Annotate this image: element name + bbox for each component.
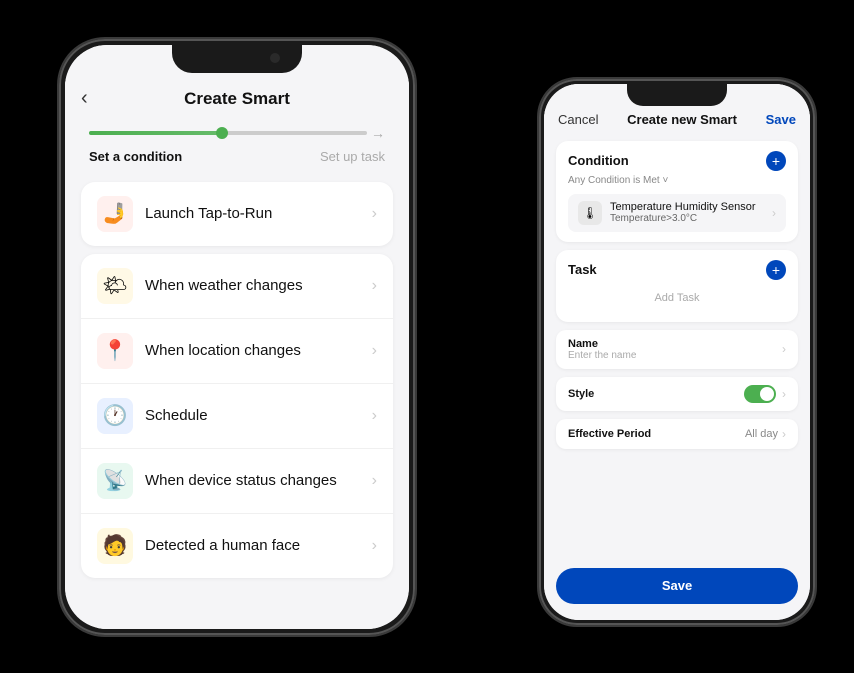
- task-title: Task: [568, 262, 597, 277]
- style-field-label: Style: [568, 388, 594, 400]
- progress-filled: [89, 131, 222, 135]
- location-row[interactable]: 📍 When location changes ›: [81, 319, 393, 384]
- human-face-chevron-icon: ›: [372, 537, 377, 555]
- human-face-label: Detected a human face: [145, 537, 372, 554]
- back-button[interactable]: ‹: [81, 87, 88, 110]
- location-icon: 📍: [97, 333, 133, 369]
- condition-subtitle: Any Condition is Met ˅: [568, 175, 786, 186]
- progress-dot: [216, 127, 228, 139]
- phone1-side-btn3: [415, 159, 417, 219]
- weather-chevron-icon: ›: [372, 277, 377, 295]
- weather-label: When weather changes: [145, 277, 372, 294]
- device-status-chevron-icon: ›: [372, 472, 377, 490]
- location-label: When location changes: [145, 342, 372, 359]
- style-field-chevron-icon: ›: [782, 387, 786, 401]
- add-task-label[interactable]: Add Task: [568, 284, 786, 312]
- step1-label: Set a condition: [89, 149, 182, 164]
- schedule-chevron-icon: ›: [372, 407, 377, 425]
- schedule-label: Schedule: [145, 407, 372, 424]
- tap-to-run-row[interactable]: 🤳 Launch Tap-to-Run ›: [81, 182, 393, 246]
- condition-title: Condition: [568, 153, 629, 168]
- name-field-placeholder: Enter the name: [568, 350, 636, 361]
- weather-icon: 🌤: [97, 268, 133, 304]
- triggers-section: 🌤 When weather changes › 📍 When location…: [81, 254, 393, 578]
- effective-period-label: Effective Period: [568, 428, 651, 440]
- progress-bar: →: [65, 113, 409, 145]
- phone1-camera: [270, 53, 280, 63]
- effective-period-chevron-icon: ›: [782, 427, 786, 441]
- tap-to-run-icon: 🤳: [97, 196, 133, 232]
- human-face-icon: 🧑: [97, 528, 133, 564]
- condition-item-name: Temperature Humidity Sensor: [610, 201, 772, 213]
- phone2-device: Cancel Create new Smart Save Condition +…: [537, 77, 817, 627]
- condition-card: Condition + Any Condition is Met ˅ 🌡 Tem…: [556, 141, 798, 242]
- phone1-header: ‹ Create Smart: [65, 81, 409, 113]
- phone1-side-btn2: [57, 184, 59, 234]
- progress-arrow-icon: →: [371, 125, 385, 141]
- device-status-label: When device status changes: [145, 472, 372, 489]
- cancel-button[interactable]: Cancel: [558, 112, 598, 127]
- effective-period-field[interactable]: Effective Period All day ›: [556, 419, 798, 449]
- phone2-page-title: Create new Smart: [627, 112, 737, 127]
- task-add-button[interactable]: +: [766, 260, 786, 280]
- style-toggle-knob: [760, 387, 774, 401]
- schedule-icon: 🕐: [97, 398, 133, 434]
- phone1-device: ‹ Create Smart → Set a condition Set up …: [57, 37, 417, 637]
- weather-row[interactable]: 🌤 When weather changes ›: [81, 254, 393, 319]
- condition-item-chevron-icon: ›: [772, 206, 776, 220]
- step-labels: Set a condition Set up task: [65, 145, 409, 176]
- bottom-save-button[interactable]: Save: [556, 568, 798, 604]
- tap-to-run-label: Launch Tap-to-Run: [145, 205, 372, 222]
- phone2-notch: [627, 84, 727, 106]
- phone2-bottom: Save: [556, 568, 798, 604]
- name-field[interactable]: Name Enter the name ›: [556, 330, 798, 369]
- phone1-notch: [172, 45, 302, 73]
- step2-label: Set up task: [320, 149, 385, 164]
- device-status-row[interactable]: 📡 When device status changes ›: [81, 449, 393, 514]
- progress-empty: [222, 131, 367, 135]
- condition-item-text: Temperature Humidity Sensor Temperature>…: [610, 201, 772, 224]
- condition-item-icon: 🌡: [578, 201, 602, 225]
- tap-to-run-chevron-icon: ›: [372, 205, 377, 223]
- condition-item-row[interactable]: 🌡 Temperature Humidity Sensor Temperatur…: [568, 194, 786, 232]
- location-chevron-icon: ›: [372, 342, 377, 360]
- style-field[interactable]: Style ›: [556, 377, 798, 411]
- effective-period-value: All day: [745, 428, 778, 440]
- condition-add-button[interactable]: +: [766, 151, 786, 171]
- page-title: Create Smart: [184, 89, 290, 109]
- condition-item-value: Temperature>3.0°C: [610, 213, 772, 224]
- style-toggle[interactable]: [744, 385, 776, 403]
- name-field-label: Name: [568, 338, 636, 350]
- schedule-row[interactable]: 🕐 Schedule ›: [81, 384, 393, 449]
- human-face-row[interactable]: 🧑 Detected a human face ›: [81, 514, 393, 578]
- task-card: Task + Add Task: [556, 250, 798, 322]
- device-status-icon: 📡: [97, 463, 133, 499]
- phone1-side-btn1: [57, 139, 59, 169]
- tap-to-run-section: 🤳 Launch Tap-to-Run ›: [81, 182, 393, 246]
- name-field-chevron-icon: ›: [782, 342, 786, 356]
- save-button[interactable]: Save: [766, 112, 796, 127]
